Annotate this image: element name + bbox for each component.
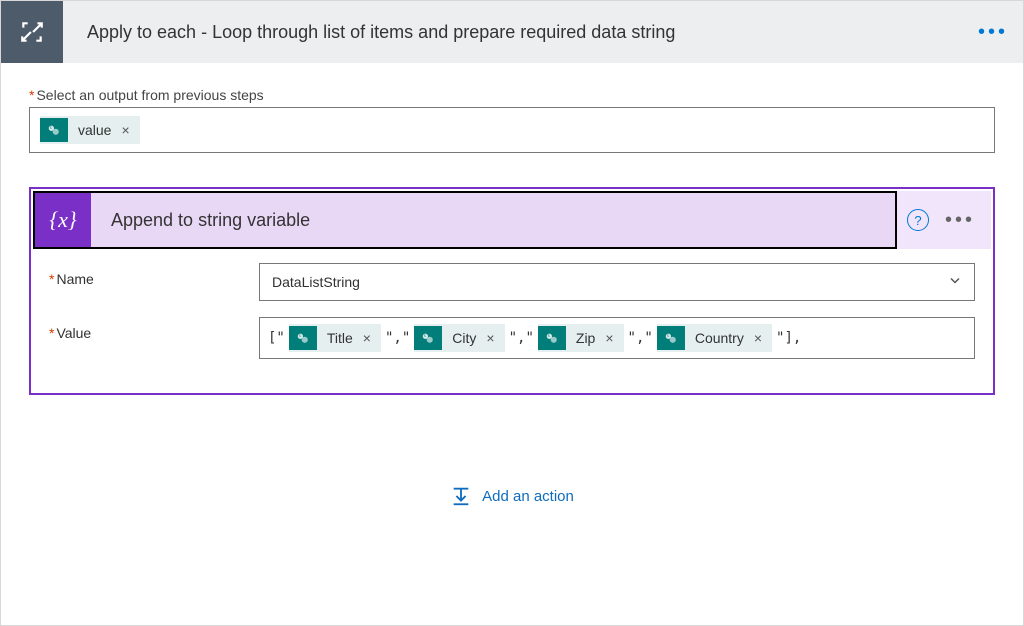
sharepoint-icon: s [538, 326, 566, 350]
value-literal: "," [626, 330, 655, 346]
append-to-string-title: Append to string variable [91, 210, 895, 231]
add-action-label: Add an action [482, 488, 574, 505]
help-icon[interactable]: ? [907, 209, 929, 231]
token-value-remove[interactable]: × [119, 122, 131, 138]
apply-to-each-header[interactable]: Apply to each - Loop through list of ite… [1, 1, 1023, 63]
token-city-remove[interactable]: × [484, 330, 496, 346]
value-label: *Value [49, 317, 259, 341]
sharepoint-icon: s [657, 326, 685, 350]
value-literal: "," [383, 330, 412, 346]
value-literal: "], [774, 330, 803, 346]
append-to-string-card: {x} Append to string variable ? ••• *Nam… [29, 187, 995, 395]
variable-icon: {x} [35, 193, 91, 247]
select-output-label: *Select an output from previous steps [29, 87, 995, 103]
token-title[interactable]: s Title × [289, 324, 381, 352]
apply-to-each-title: Apply to each - Loop through list of ite… [63, 22, 963, 43]
token-value[interactable]: s value × [40, 116, 140, 144]
sharepoint-icon: s [289, 326, 317, 350]
token-title-remove[interactable]: × [361, 330, 373, 346]
sharepoint-icon: s [40, 118, 68, 142]
select-output-input[interactable]: s value × [29, 107, 995, 153]
token-country-remove[interactable]: × [752, 330, 764, 346]
name-label: *Name [49, 263, 259, 287]
token-zip[interactable]: s Zip × [538, 324, 624, 352]
add-action-icon [450, 485, 472, 507]
chevron-down-icon [948, 274, 962, 291]
add-action-button[interactable]: Add an action [29, 485, 995, 507]
token-zip-remove[interactable]: × [603, 330, 615, 346]
loop-icon [1, 1, 63, 63]
value-input[interactable]: [" s Title × "," s City × [259, 317, 975, 359]
token-country[interactable]: s Country × [657, 324, 772, 352]
append-to-string-menu[interactable]: ••• [939, 209, 981, 232]
name-select[interactable]: DataListString [259, 263, 975, 301]
name-select-value: DataListString [272, 274, 360, 290]
value-literal: "," [507, 330, 536, 346]
value-literal: [" [266, 330, 287, 346]
append-to-string-header[interactable]: {x} Append to string variable [33, 191, 897, 249]
sharepoint-icon: s [414, 326, 442, 350]
apply-to-each-menu[interactable]: ••• [963, 21, 1023, 44]
token-city[interactable]: s City × [414, 324, 504, 352]
